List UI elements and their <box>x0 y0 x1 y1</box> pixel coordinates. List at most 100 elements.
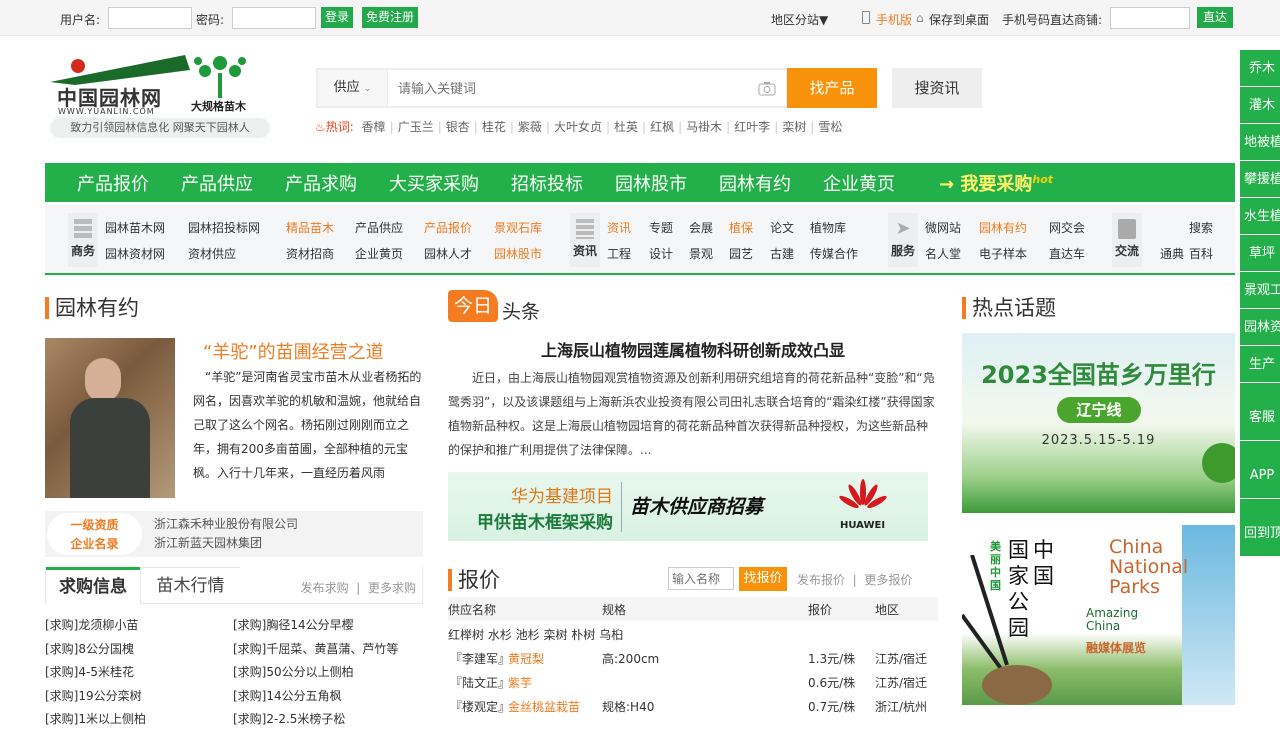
interview-photo[interactable] <box>45 338 175 498</box>
qiugou-item[interactable]: [求购]50公分以上侧柏 <box>233 661 423 685</box>
subnav-link[interactable]: 园林有约 <box>979 219 1027 236</box>
price-search-input[interactable] <box>668 567 734 590</box>
qiugou-item[interactable]: [求购]8公分国槐 <box>45 638 225 662</box>
more-qiugou-link[interactable]: 更多求购 <box>368 581 416 595</box>
hot-word-link[interactable]: 红枫 <box>650 120 674 134</box>
sidebar-item[interactable]: 景观工程 <box>1240 272 1280 309</box>
subnav-link[interactable]: 传媒合作 <box>810 245 858 262</box>
miaoxiang-banner[interactable]: 2023全国苗乡万里行 辽宁线 2023.5.15-5.19 <box>962 333 1235 513</box>
subnav-link[interactable]: 园林招投标网 <box>188 219 260 236</box>
nav-item[interactable]: 园林股市 <box>615 170 687 196</box>
hot-word-link[interactable]: 香樟 <box>362 120 386 134</box>
mobile-link[interactable]: 手机版 <box>876 11 912 28</box>
tab-market[interactable]: 苗木行情 <box>140 567 240 603</box>
hot-word-link[interactable]: 广玉兰 <box>398 120 434 134</box>
subnav-link[interactable]: 园林苗木网 <box>105 219 165 236</box>
hot-word-link[interactable]: 大叶女贞 <box>554 120 602 134</box>
sidebar-item[interactable]: 攀援植物 <box>1240 161 1280 198</box>
password-input[interactable] <box>232 7 316 29</box>
subnav-link[interactable]: 产品供应 <box>355 219 403 236</box>
interview-title[interactable]: “羊驼”的苗圃经营之道 <box>203 338 384 364</box>
subnav-link[interactable]: 精品苗木 <box>286 219 334 236</box>
company-link[interactable]: 浙江新蓝天园林集团 <box>154 534 298 553</box>
qiugou-item[interactable]: [求购]胸径14公分早樱 <box>233 614 423 638</box>
sidebar-item[interactable]: 灌木 <box>1240 87 1280 124</box>
hot-word-link[interactable]: 银杏 <box>446 120 470 134</box>
publish-price-link[interactable]: 发布报价 <box>797 573 845 587</box>
subnav-link[interactable]: 搜索 <box>1189 219 1213 236</box>
subnav-link[interactable]: 微网站 <box>925 219 961 236</box>
subnav-link[interactable]: 资材供应 <box>188 245 236 262</box>
subnav-link[interactable]: 论文 <box>770 219 794 236</box>
qiugou-item[interactable]: [求购]千屈菜、黄菖蒲、芦竹等 <box>233 638 423 662</box>
subnav-link[interactable]: 资讯 <box>607 219 631 236</box>
subnav-link[interactable]: 工程 <box>607 245 631 262</box>
product-link[interactable]: 金丝桃盆栽苗 <box>508 698 580 715</box>
hot-word-link[interactable]: 紫薇 <box>518 120 542 134</box>
subnav-link[interactable]: 园林资材网 <box>105 245 165 262</box>
subnav-link[interactable]: 园林人才 <box>424 245 472 262</box>
hot-word-link[interactable]: 雪松 <box>818 120 842 134</box>
hot-word-link[interactable]: 杜英 <box>614 120 638 134</box>
nav-item[interactable]: 园林有约 <box>719 170 791 196</box>
hot-word-link[interactable]: 桂花 <box>482 120 506 134</box>
search-news-button[interactable]: 搜资讯 <box>892 68 982 108</box>
hot-word-link[interactable]: 栾树 <box>782 120 806 134</box>
camera-icon[interactable] <box>758 81 776 96</box>
region-dropdown[interactable]: 地区分站▼ <box>771 11 828 28</box>
huawei-banner[interactable]: 华为基建项目 甲供苗木框架采购 苗木供应商招募 HUAWEI <box>448 472 928 541</box>
sidebar-item[interactable]: 客服 <box>1240 383 1280 441</box>
sidebar-item[interactable]: 乔木 <box>1240 50 1280 87</box>
subnav-link[interactable]: 设计 <box>649 245 673 262</box>
subnav-link[interactable]: 景观 <box>689 245 713 262</box>
qiugou-item[interactable]: [求购]4-5米桂花 <box>45 661 225 685</box>
sidebar-item[interactable]: APP <box>1240 441 1280 499</box>
find-price-button[interactable]: 找报价 <box>739 567 787 591</box>
sidebar-item[interactable]: 园林资材 <box>1240 309 1280 346</box>
subnav-link[interactable]: 通典 <box>1160 245 1184 262</box>
price-tags[interactable]: 红榉树 水杉 池杉 栾树 朴树 乌桕 <box>448 626 623 643</box>
subnav-link[interactable]: 电子样本 <box>979 245 1027 262</box>
sidebar-item[interactable]: 水生植物 <box>1240 198 1280 235</box>
subnav-link[interactable]: 景观石库 <box>494 219 542 236</box>
subnav-link[interactable]: 会展 <box>689 219 713 236</box>
username-input[interactable] <box>108 7 192 29</box>
subnav-link[interactable]: 产品报价 <box>424 219 472 236</box>
subnav-link[interactable]: 植保 <box>729 219 753 236</box>
product-link[interactable]: 黄冠梨 <box>508 650 544 667</box>
price-row[interactable]: 『李建军』 黄冠梨 高:200cm 1.3元/株 江苏/宿迁 <box>448 646 938 670</box>
sidebar-item[interactable]: 回到顶部 <box>1240 499 1280 557</box>
subnav-link[interactable]: 专题 <box>649 219 673 236</box>
news-title[interactable]: 上海辰山植物园莲属植物科研创新成效凸显 <box>448 337 938 361</box>
find-product-button[interactable]: 找产品 <box>787 68 877 108</box>
subnav-link[interactable]: 百科 <box>1189 245 1213 262</box>
nav-item[interactable]: 大买家采购 <box>389 170 479 196</box>
price-row[interactable]: 『楼观定』 金丝桃盆栽苗 规格:H40 0.7元/株 浙江/杭州 <box>448 694 938 718</box>
hot-word-link[interactable]: 红叶李 <box>734 120 770 134</box>
more-price-link[interactable]: 更多报价 <box>864 573 912 587</box>
price-row[interactable]: 『陆文正』 紫芋 0.6元/株 江苏/宿迁 <box>448 670 938 694</box>
subnav-link[interactable]: 资材招商 <box>286 245 334 262</box>
search-type-select[interactable]: 供应 ⌄ <box>318 70 388 106</box>
nav-item[interactable]: 产品供应 <box>181 170 253 196</box>
sidebar-item[interactable]: 地被植物 <box>1240 124 1280 161</box>
subnav-link[interactable]: 名人堂 <box>925 245 961 262</box>
product-link[interactable]: 紫芋 <box>508 674 532 691</box>
go-button[interactable]: 直达 <box>1197 7 1234 28</box>
company-link[interactable]: 浙江森禾种业股份有限公司 <box>154 515 298 534</box>
nav-item[interactable]: 企业黄页 <box>823 170 895 196</box>
nav-item[interactable]: 招标投标 <box>511 170 583 196</box>
save-desktop-link[interactable]: 保存到桌面 <box>929 11 989 28</box>
subnav-link[interactable]: 园林股市 <box>494 245 542 262</box>
subnav-link[interactable]: 企业黄页 <box>355 245 403 262</box>
subnav-link[interactable]: 网交会 <box>1049 219 1085 236</box>
qiugou-item[interactable]: [求购]龙须柳小苗 <box>45 614 225 638</box>
subnav-link[interactable]: 直达车 <box>1049 245 1085 262</box>
qiugou-item[interactable]: [求购]19公分栾树 <box>45 685 225 709</box>
nav-buy-link[interactable]: → 我要采购hot <box>939 170 1053 196</box>
nav-item[interactable]: 产品报价 <box>77 170 149 196</box>
site-logo[interactable]: 中国园林网 WWW.YUANLIN.COM 大规格苗木 致力引领园林信息化 网聚… <box>45 50 270 140</box>
subnav-link[interactable]: 古建 <box>770 245 794 262</box>
search-input[interactable] <box>390 70 750 106</box>
sidebar-item[interactable]: 草坪 <box>1240 235 1280 272</box>
